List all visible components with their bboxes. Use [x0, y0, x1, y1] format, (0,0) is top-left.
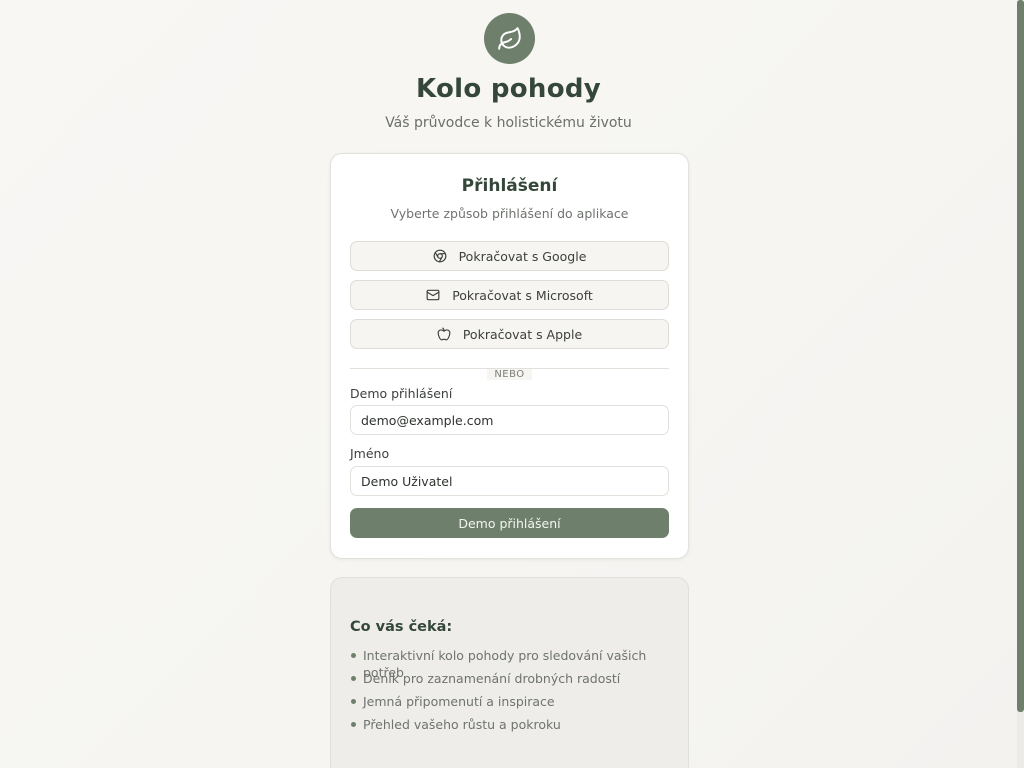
- chrome-icon: [433, 249, 447, 263]
- divider: NEBO: [331, 362, 688, 381]
- google-login-label: Pokračovat s Google: [458, 248, 587, 264]
- demo-login-button[interactable]: Demo přihlášení: [350, 508, 669, 538]
- google-login-button[interactable]: Pokračovat s Google: [350, 241, 669, 271]
- login-subtitle: Vyberte způsob přihlášení do aplikace: [390, 206, 629, 221]
- feature-text: Deník pro zaznamenání drobných radostí: [363, 671, 621, 686]
- bullet-icon: [351, 722, 356, 727]
- scrollbar-thumb[interactable]: [1017, 0, 1024, 712]
- divider-label: NEBO: [487, 369, 532, 380]
- apple-icon: [437, 327, 451, 341]
- leaf-icon: [497, 26, 521, 50]
- list-item: Přehled vašeho růstu a pokroku: [350, 716, 688, 739]
- email-input[interactable]: [350, 405, 669, 435]
- features-list: Interaktivní kolo pohody pro sledování v…: [350, 647, 688, 739]
- login-page: Kolo pohody Váš průvodce k holistickému …: [0, 0, 1024, 768]
- apple-login-button[interactable]: Pokračovat s Apple: [350, 319, 669, 349]
- list-item: Interaktivní kolo pohody pro sledování v…: [350, 647, 688, 680]
- features-title: Co vás čeká:: [350, 619, 453, 635]
- feature-text: Přehled vašeho růstu a pokroku: [363, 717, 561, 732]
- features-card: Co vás čeká: Interaktivní kolo pohody pr…: [330, 577, 689, 768]
- app-subtitle: Váš průvodce k holistickému životu: [385, 115, 632, 131]
- bullet-icon: [351, 653, 356, 658]
- login-title: Přihlášení: [461, 176, 558, 196]
- feature-text: Jemná připomenutí a inspirace: [363, 694, 555, 709]
- apple-login-label: Pokračovat s Apple: [462, 326, 583, 342]
- login-card: Přihlášení Vyberte způsob přihlášení do …: [330, 153, 689, 559]
- name-input[interactable]: [350, 466, 669, 496]
- list-item: Jemná připomenutí a inspirace: [350, 693, 688, 716]
- microsoft-login-button[interactable]: Pokračovat s Microsoft: [350, 280, 669, 310]
- app-logo: [484, 13, 535, 64]
- microsoft-login-label: Pokračovat s Microsoft: [452, 287, 593, 303]
- bullet-icon: [351, 699, 356, 704]
- app-title: Kolo pohody: [415, 74, 602, 104]
- name-label: Jméno: [350, 446, 390, 461]
- mail-icon: [426, 288, 440, 302]
- bullet-icon: [351, 676, 356, 681]
- email-label: Demo přihlášení: [350, 386, 453, 401]
